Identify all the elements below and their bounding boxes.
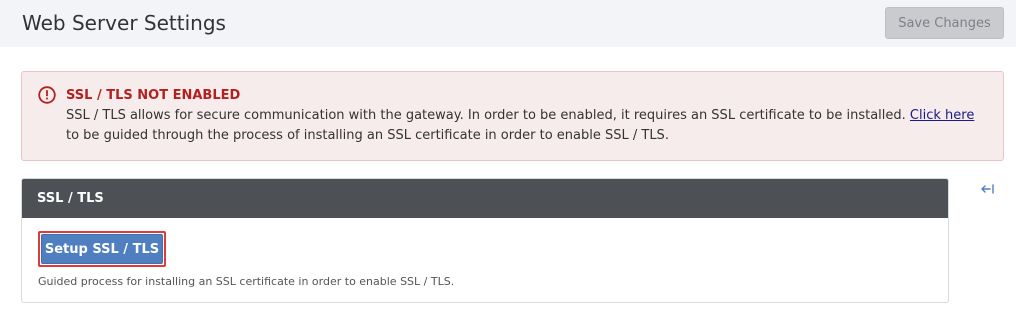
alert-message-text-continued: to be guided through the process of inst… (66, 128, 669, 143)
ssl-not-enabled-alert: SSL / TLS NOT ENABLED SSL / TLS allows f… (21, 71, 1004, 161)
alert-title: SSL / TLS NOT ENABLED (66, 88, 241, 103)
setup-ssl-tls-button[interactable]: Setup SSL / TLS (41, 234, 163, 264)
save-changes-button[interactable]: Save Changes (885, 7, 1004, 39)
exclamation-circle-icon (38, 86, 56, 104)
card-header: SSL / TLS (22, 179, 948, 218)
page-title: Web Server Settings (22, 11, 226, 35)
page-header: Web Server Settings Save Changes (0, 0, 1016, 47)
setup-help-text: Guided process for installing an SSL cer… (38, 275, 455, 288)
alert-message-text: SSL / TLS allows for secure communicatio… (66, 108, 910, 123)
card-title: SSL / TLS (37, 191, 104, 206)
click-here-link[interactable]: Click here (910, 108, 974, 123)
alert-message: SSL / TLS allows for secure communicatio… (66, 106, 991, 146)
collapse-arrow-icon[interactable] (980, 181, 996, 197)
ssl-tls-card: SSL / TLS Setup SSL / TLS Guided process… (21, 178, 949, 303)
